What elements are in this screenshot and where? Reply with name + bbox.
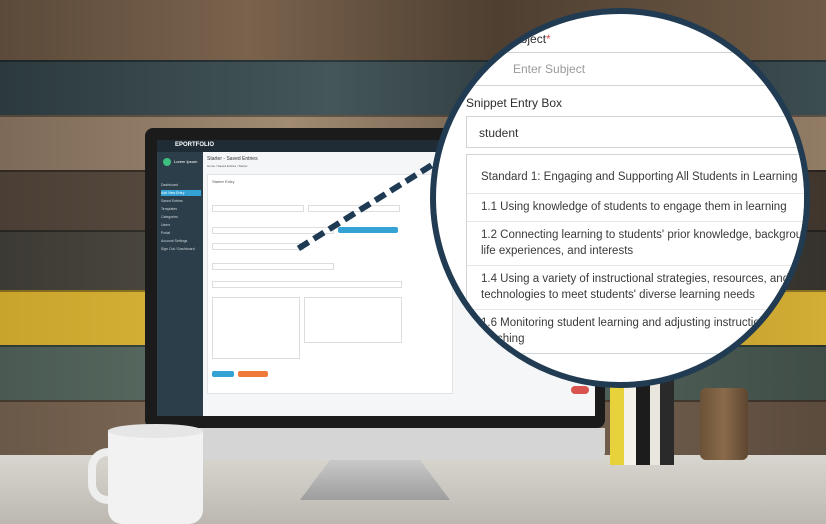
- subject-input[interactable]: Enter Subject: [466, 52, 804, 86]
- sidebar-item-signout[interactable]: Sign Out / Dashboard: [161, 246, 201, 252]
- snippet-value: student: [479, 126, 519, 140]
- monitor-chin: [145, 428, 605, 460]
- shared-entry-field[interactable]: [212, 281, 402, 288]
- magnified-form: Subject* Enter Subject Snippet Entry Box…: [436, 14, 804, 382]
- entry-body-field[interactable]: [304, 297, 402, 343]
- sidebar-item-templates[interactable]: Templates: [161, 206, 201, 212]
- divider: [467, 309, 804, 310]
- divider: [467, 265, 804, 266]
- snippet-entry-input[interactable]: student: [466, 116, 804, 148]
- section-title: Starter Entry: [212, 179, 235, 184]
- date-field[interactable]: [212, 205, 304, 212]
- app-logo: EPORTFOLIO: [175, 142, 214, 148]
- coffee-mug: [108, 430, 203, 524]
- wood-stump: [700, 388, 748, 460]
- sidebar-item-dashboard[interactable]: Dashboard: [161, 182, 201, 188]
- suggestion-item[interactable]: 1.6 Monitoring student learning and adju…: [481, 315, 804, 347]
- suggestion-item[interactable]: 1.1 Using knowledge of students to engag…: [481, 199, 804, 215]
- snippet-label: Snippet Entry Box: [466, 96, 563, 110]
- subject-label: Subject*: [506, 32, 551, 46]
- divider: [467, 221, 804, 222]
- page-title: Starter - Saved Entries: [207, 156, 258, 162]
- submit-button[interactable]: [212, 371, 234, 377]
- suggestion-item[interactable]: Standard 1: Engaging and Supporting All …: [481, 169, 804, 185]
- avatar[interactable]: [163, 158, 171, 166]
- snippet-entry-field[interactable]: [212, 263, 334, 270]
- user-name: Lorem Ipsum: [174, 159, 198, 164]
- suggestion-dropdown: Standard 1: Engaging and Supporting All …: [466, 154, 804, 354]
- divider: [467, 193, 804, 194]
- sidebar-item-users[interactable]: Users: [161, 222, 201, 228]
- sidebar-item-categories[interactable]: Categories: [161, 214, 201, 220]
- suggestion-item[interactable]: 1.4 Using a variety of instructional str…: [481, 271, 804, 303]
- app-sidebar: Lorem Ipsum Dashboard Add New Entry Save…: [157, 152, 203, 416]
- subject-placeholder: Enter Subject: [513, 62, 586, 76]
- suggestion-item[interactable]: 1.2 Connecting learning to students' pri…: [481, 227, 804, 259]
- magnifier-circle: Subject* Enter Subject Snippet Entry Box…: [430, 8, 810, 388]
- desk-scene: EPORTFOLIO Lorem Ipsum Dashboard Add New…: [0, 0, 826, 524]
- save-draft-button[interactable]: [238, 371, 268, 377]
- mug-rim: [108, 424, 203, 438]
- help-button[interactable]: [571, 386, 589, 394]
- suggestion-list[interactable]: [212, 297, 300, 359]
- sidebar-item-add-entry[interactable]: Add New Entry: [161, 190, 201, 196]
- template-select[interactable]: [212, 243, 304, 250]
- entry-form-card: Starter Entry: [207, 174, 453, 394]
- sidebar-item-saved-entries[interactable]: Saved Entries: [161, 198, 201, 204]
- breadcrumb: Home / Saved Entries / Starter: [207, 164, 248, 168]
- sidebar-item-portal[interactable]: Portal: [161, 230, 201, 236]
- sidebar-item-account[interactable]: Account Settings: [161, 238, 201, 244]
